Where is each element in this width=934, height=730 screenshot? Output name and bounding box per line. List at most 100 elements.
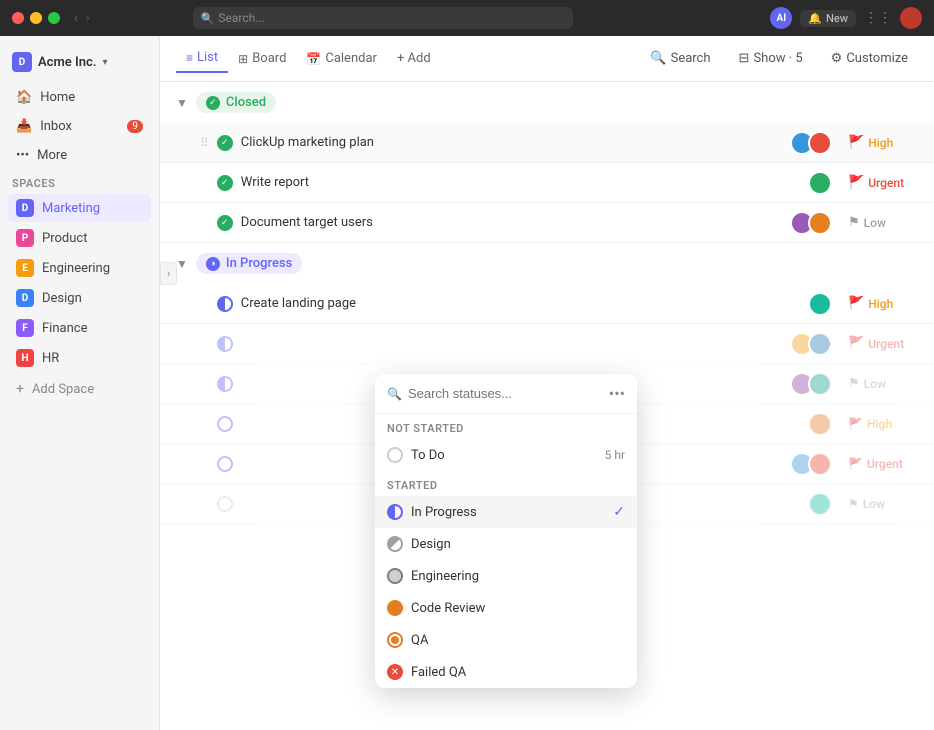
search-icon: 🔍 xyxy=(201,12,215,25)
sidebar-item-home[interactable]: 🏠 Home xyxy=(8,84,151,111)
new-button[interactable]: 🔔 New xyxy=(800,10,856,27)
titlebar-right: AI 🔔 New ⋮⋮ xyxy=(770,7,922,29)
sidebar-item-inbox[interactable]: 📥 Inbox 9 xyxy=(8,113,151,140)
task-name[interactable]: Create landing page xyxy=(241,296,800,311)
avatar xyxy=(808,332,832,356)
nav-forward-icon[interactable]: › xyxy=(86,11,90,26)
task-status-half[interactable] xyxy=(217,296,233,312)
priority-label: Urgent xyxy=(868,337,904,351)
calendar-label: Calendar xyxy=(325,51,377,66)
workspace-logo[interactable]: D Acme Inc. ▾ xyxy=(0,44,159,84)
flag-icon: ⚑ xyxy=(848,376,860,391)
qa-label: QA xyxy=(411,633,625,648)
add-space-button[interactable]: + Add Space xyxy=(0,376,159,402)
task-status-half xyxy=(217,376,233,392)
priority-flag: 🚩 Urgent xyxy=(848,336,918,351)
flag-icon: ⚑ xyxy=(848,215,860,230)
dropdown-item-engineering[interactable]: Engineering xyxy=(375,560,637,592)
list-icon: ≡ xyxy=(186,51,193,65)
calendar-icon: 📅 xyxy=(306,52,321,66)
todo-status-icon xyxy=(387,447,403,463)
window-controls xyxy=(12,12,60,24)
ai-badge[interactable]: AI xyxy=(770,7,792,29)
priority-flag[interactable]: 🚩 Urgent xyxy=(848,175,918,190)
dropdown-search-input[interactable] xyxy=(408,386,603,401)
list-area: ▼ ✓ Closed ⠿ ✓ ClickUp marketing plan xyxy=(160,82,934,730)
dropdown-item-design[interactable]: Design xyxy=(375,528,637,560)
task-checkbox[interactable]: ✓ xyxy=(217,175,233,191)
dropdown-item-qa[interactable]: QA xyxy=(375,624,637,656)
sidebar-item-finance[interactable]: F Finance xyxy=(8,314,151,342)
priority-flag[interactable]: ⚑ Low xyxy=(848,215,918,230)
spaces-list: D Marketing P Product E Engineering D De… xyxy=(0,194,159,372)
grid-icon[interactable]: ⋮⋮ xyxy=(864,10,892,26)
sidebar-item-marketing[interactable]: D Marketing xyxy=(8,194,151,222)
priority-flag[interactable]: 🚩 High xyxy=(848,135,918,150)
dropdown-item-todo[interactable]: To Do 5 hr xyxy=(375,439,637,471)
task-name[interactable]: Document target users xyxy=(241,215,782,230)
priority-label: High xyxy=(868,136,893,150)
list-label: List xyxy=(197,50,218,65)
sidebar-item-design[interactable]: D Design xyxy=(8,284,151,312)
sidebar: D Acme Inc. ▾ 🏠 Home 📥 Inbox 9 ••• More … xyxy=(0,36,160,730)
dropdown-item-failed-qa[interactable]: ✕ Failed QA xyxy=(375,656,637,688)
dropdown-section-not-started: NOT STARTED To Do 5 hr xyxy=(375,414,637,471)
sidebar-item-product[interactable]: P Product xyxy=(8,224,151,252)
tab-calendar[interactable]: 📅 Calendar xyxy=(296,45,387,72)
task-name[interactable]: Write report xyxy=(241,175,800,190)
plus-icon: + xyxy=(16,381,24,397)
marketing-label: Marketing xyxy=(42,201,100,216)
flag-icon: 🚩 xyxy=(848,175,864,190)
closed-status-circle: ✓ xyxy=(206,96,220,110)
task-row: ⠿ Create landing page 🚩 High xyxy=(160,284,934,324)
workspace-icon: D xyxy=(12,52,32,72)
gear-icon: ⚙ xyxy=(831,51,843,66)
show-button[interactable]: ⊟ Show · 5 xyxy=(729,46,813,71)
dropdown-more-icon[interactable]: ••• xyxy=(609,384,625,403)
qa-status-icon xyxy=(387,632,403,648)
failed-qa-label: Failed QA xyxy=(411,665,625,680)
drag-handle-icon[interactable]: ⠿ xyxy=(200,136,209,150)
hr-label: HR xyxy=(42,351,59,366)
priority-flag[interactable]: 🚩 High xyxy=(848,296,918,311)
tab-board[interactable]: ⊞ Board xyxy=(228,45,296,72)
home-label: Home xyxy=(40,90,75,105)
priority-label: Low xyxy=(864,216,886,230)
priority-label: Low xyxy=(864,377,886,391)
hr-space-icon: H xyxy=(16,349,34,367)
close-dot[interactable] xyxy=(12,12,24,24)
dropdown-item-code-review[interactable]: Code Review xyxy=(375,592,637,624)
dropdown-item-in-progress[interactable]: In Progress ✓ xyxy=(375,496,637,528)
user-avatar[interactable] xyxy=(900,7,922,29)
customize-label: Customize xyxy=(846,51,908,66)
search-button[interactable]: 🔍 Search xyxy=(640,46,720,71)
workspace-chevron-icon: ▾ xyxy=(102,57,107,68)
maximize-dot[interactable] xyxy=(48,12,60,24)
sidebar-nav: 🏠 Home 📥 Inbox 9 ••• More xyxy=(0,84,159,169)
flag-icon: 🚩 xyxy=(848,135,864,150)
task-name[interactable]: ClickUp marketing plan xyxy=(241,135,782,150)
section-header-in-progress[interactable]: ▼ ◑ In Progress xyxy=(160,243,934,284)
sidebar-item-more[interactable]: ••• More xyxy=(8,142,151,169)
avatar xyxy=(808,292,832,316)
sidebar-item-hr[interactable]: H HR xyxy=(8,344,151,372)
design-status-icon xyxy=(387,536,403,552)
minimize-dot[interactable] xyxy=(30,12,42,24)
in-progress-status-icon xyxy=(387,504,403,520)
section-header-closed[interactable]: ▼ ✓ Closed xyxy=(160,82,934,123)
product-label: Product xyxy=(42,231,87,246)
sidebar-collapse-button[interactable]: › xyxy=(160,262,177,285)
task-checkbox[interactable]: ✓ xyxy=(217,135,233,151)
titlebar-search[interactable]: 🔍 Search... xyxy=(193,7,573,29)
tab-list[interactable]: ≡ List xyxy=(176,44,228,73)
nav-back-icon[interactable]: ‹ xyxy=(74,11,78,26)
sidebar-item-engineering[interactable]: E Engineering xyxy=(8,254,151,282)
add-view-button[interactable]: + Add xyxy=(387,45,441,72)
task-checkbox[interactable]: ✓ xyxy=(217,215,233,231)
avatar xyxy=(808,171,832,195)
check-icon: ✓ xyxy=(221,218,229,228)
customize-button[interactable]: ⚙ Customize xyxy=(821,46,918,71)
task-row: ⠿ ✓ Document target users ⚑ Low xyxy=(160,203,934,243)
toolbar: ≡ List ⊞ Board 📅 Calendar + Add 🔍 Search… xyxy=(160,36,934,82)
filter-icon: ⊟ xyxy=(739,51,750,66)
